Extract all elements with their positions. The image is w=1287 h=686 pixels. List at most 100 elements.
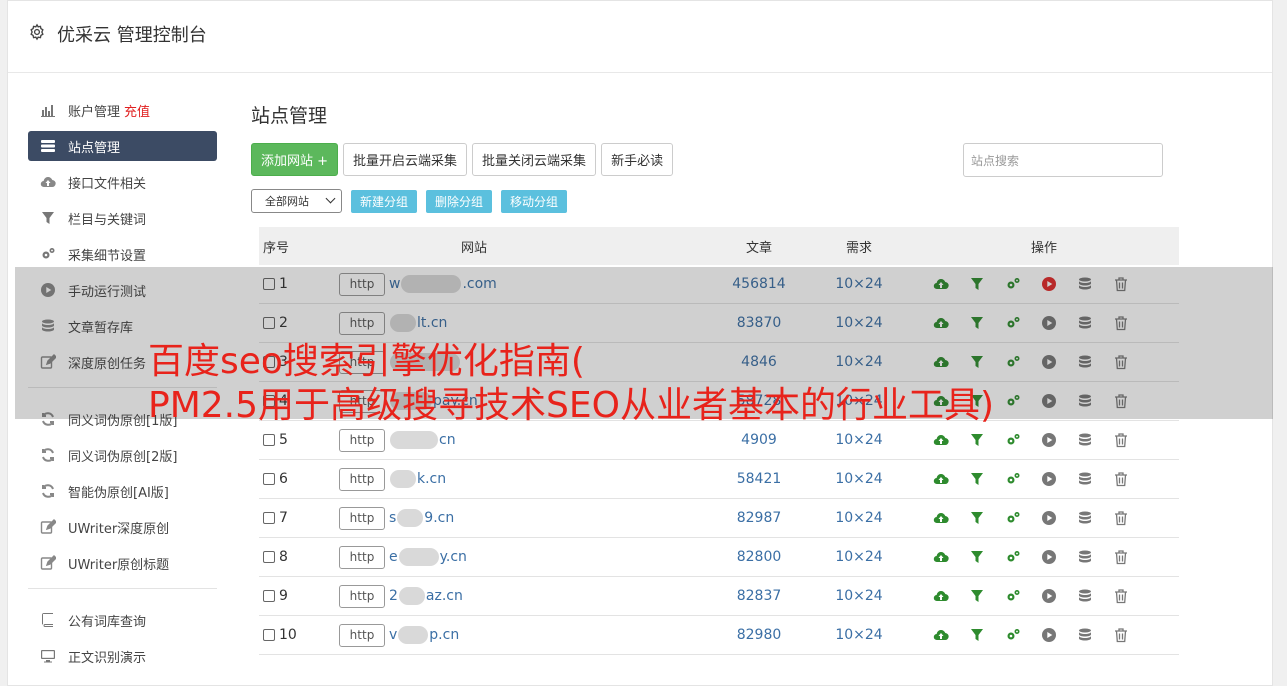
- database-icon[interactable]: [1067, 508, 1103, 528]
- new-group-button[interactable]: 新建分组: [351, 189, 418, 213]
- trash-icon[interactable]: [1103, 508, 1139, 528]
- filter-icon[interactable]: [959, 586, 995, 606]
- demand-value[interactable]: 10×24: [809, 588, 909, 604]
- trash-icon[interactable]: [1103, 586, 1139, 606]
- database-icon[interactable]: [1067, 625, 1103, 645]
- sidebar-item-ai-rewrite[interactable]: 智能伪原创[AI版]: [28, 476, 217, 506]
- site-domain-link[interactable]: v p.cn: [389, 626, 459, 644]
- guide-button[interactable]: 新手必读: [601, 143, 674, 176]
- play-circle-icon[interactable]: [1031, 508, 1067, 528]
- http-badge[interactable]: http: [339, 506, 385, 530]
- row-checkbox[interactable]: [263, 551, 275, 563]
- demand-value[interactable]: 10×24: [809, 510, 909, 526]
- server-list-icon: [39, 138, 57, 154]
- sidebar-item-uwriter-deep[interactable]: UWriter深度原创: [28, 512, 217, 542]
- database-icon[interactable]: [1067, 430, 1103, 450]
- gears-icon[interactable]: [995, 430, 1031, 450]
- move-group-button[interactable]: 移动分组: [501, 189, 568, 213]
- http-badge[interactable]: http: [339, 545, 385, 569]
- row-checkbox[interactable]: [263, 629, 275, 641]
- database-icon[interactable]: [1067, 469, 1103, 489]
- sidebar-divider: [28, 588, 217, 589]
- article-count[interactable]: 82980: [709, 627, 809, 643]
- demand-value[interactable]: 10×24: [809, 549, 909, 565]
- filter-icon: [39, 210, 57, 226]
- sidebar-item-uwriter-title[interactable]: UWriter原创标题: [28, 548, 217, 578]
- sidebar-item-text-recognition[interactable]: 正文识别演示: [28, 641, 217, 671]
- batch-open-cloud-button[interactable]: 批量开启云端采集: [343, 143, 468, 176]
- article-count[interactable]: 4909: [709, 432, 809, 448]
- filter-icon[interactable]: [959, 625, 995, 645]
- article-count[interactable]: 82987: [709, 510, 809, 526]
- gears-icon[interactable]: [995, 586, 1031, 606]
- http-badge[interactable]: http: [339, 584, 385, 608]
- header-ops: 操作: [1030, 240, 1057, 256]
- header-no: 序号: [263, 240, 290, 256]
- site-search-input[interactable]: 站点搜索: [963, 143, 1163, 177]
- filter-icon[interactable]: [959, 469, 995, 489]
- trash-icon[interactable]: [1103, 625, 1139, 645]
- group-select[interactable]: 全部网站: [251, 189, 342, 213]
- row-number-text: 9: [279, 588, 288, 604]
- row-checkbox[interactable]: [263, 473, 275, 485]
- play-circle-icon[interactable]: [1031, 586, 1067, 606]
- filter-icon[interactable]: [959, 508, 995, 528]
- play-circle-icon[interactable]: [1031, 430, 1067, 450]
- delete-group-button[interactable]: 删除分组: [426, 189, 493, 213]
- sidebar-item-account[interactable]: 账户管理 充值: [28, 95, 217, 125]
- sidebar-item-interface-files[interactable]: 接口文件相关: [28, 167, 217, 197]
- group-select-value: 全部网站: [265, 195, 309, 208]
- row-checkbox[interactable]: [263, 590, 275, 602]
- gears-icon[interactable]: [995, 547, 1031, 567]
- sidebar-item-synonym-v2[interactable]: 同义词伪原创[2版]: [28, 440, 217, 470]
- sidebar-item-sites[interactable]: 站点管理: [28, 131, 217, 161]
- row-checkbox[interactable]: [263, 434, 275, 446]
- site-domain-link[interactable]: k.cn: [389, 470, 446, 488]
- site-domain-link[interactable]: 2 az.cn: [389, 587, 463, 605]
- cloud-upload-icon[interactable]: [923, 625, 959, 645]
- cloud-upload-icon[interactable]: [923, 586, 959, 606]
- site-domain-link[interactable]: cn: [389, 431, 456, 449]
- play-circle-icon[interactable]: [1031, 547, 1067, 567]
- sidebar-item-collection-settings[interactable]: 采集细节设置: [28, 239, 217, 269]
- redacted-domain: [390, 431, 438, 449]
- demand-value[interactable]: 10×24: [809, 627, 909, 643]
- site-domain-link[interactable]: s 9.cn: [389, 509, 454, 527]
- play-circle-icon[interactable]: [1031, 469, 1067, 489]
- http-badge[interactable]: http: [339, 467, 385, 491]
- play-circle-icon[interactable]: [1031, 625, 1067, 645]
- batch-close-cloud-button[interactable]: 批量关闭云端采集: [472, 143, 597, 176]
- demand-value[interactable]: 10×24: [809, 471, 909, 487]
- trash-icon[interactable]: [1103, 430, 1139, 450]
- trash-icon[interactable]: [1103, 469, 1139, 489]
- article-count[interactable]: 82837: [709, 588, 809, 604]
- sidebar-item-columns-keywords[interactable]: 栏目与关键词: [28, 203, 217, 233]
- gears-icon[interactable]: [995, 508, 1031, 528]
- gears-icon[interactable]: [995, 469, 1031, 489]
- http-badge[interactable]: http: [339, 428, 385, 452]
- gears-icon[interactable]: [995, 625, 1031, 645]
- sidebar-item-public-lexicon[interactable]: 公有词库查询: [28, 605, 217, 635]
- database-icon[interactable]: [1067, 547, 1103, 567]
- cloud-upload-icon[interactable]: [923, 547, 959, 567]
- http-badge[interactable]: http: [339, 623, 385, 647]
- row-checkbox[interactable]: [263, 512, 275, 524]
- toolbar: 添加网站 + 批量开启云端采集 批量关闭云端采集 新手必读: [251, 143, 674, 176]
- row-number-text: 8: [279, 549, 288, 565]
- article-count[interactable]: 82800: [709, 549, 809, 565]
- cloud-upload-icon[interactable]: [923, 430, 959, 450]
- cloud-upload-icon[interactable]: [923, 508, 959, 528]
- trash-icon[interactable]: [1103, 547, 1139, 567]
- filter-icon[interactable]: [959, 547, 995, 567]
- site-domain-link[interactable]: e y.cn: [389, 548, 467, 566]
- article-count[interactable]: 58421: [709, 471, 809, 487]
- filter-icon[interactable]: [959, 430, 995, 450]
- row-operations: [909, 625, 1179, 645]
- database-icon[interactable]: [1067, 586, 1103, 606]
- recharge-link[interactable]: 充值: [124, 101, 150, 120]
- add-site-button[interactable]: 添加网站 +: [251, 143, 339, 176]
- row-number: 8: [259, 549, 339, 565]
- demand-value[interactable]: 10×24: [809, 432, 909, 448]
- cloud-upload-icon[interactable]: [923, 469, 959, 489]
- header-articles: 文章: [745, 240, 772, 256]
